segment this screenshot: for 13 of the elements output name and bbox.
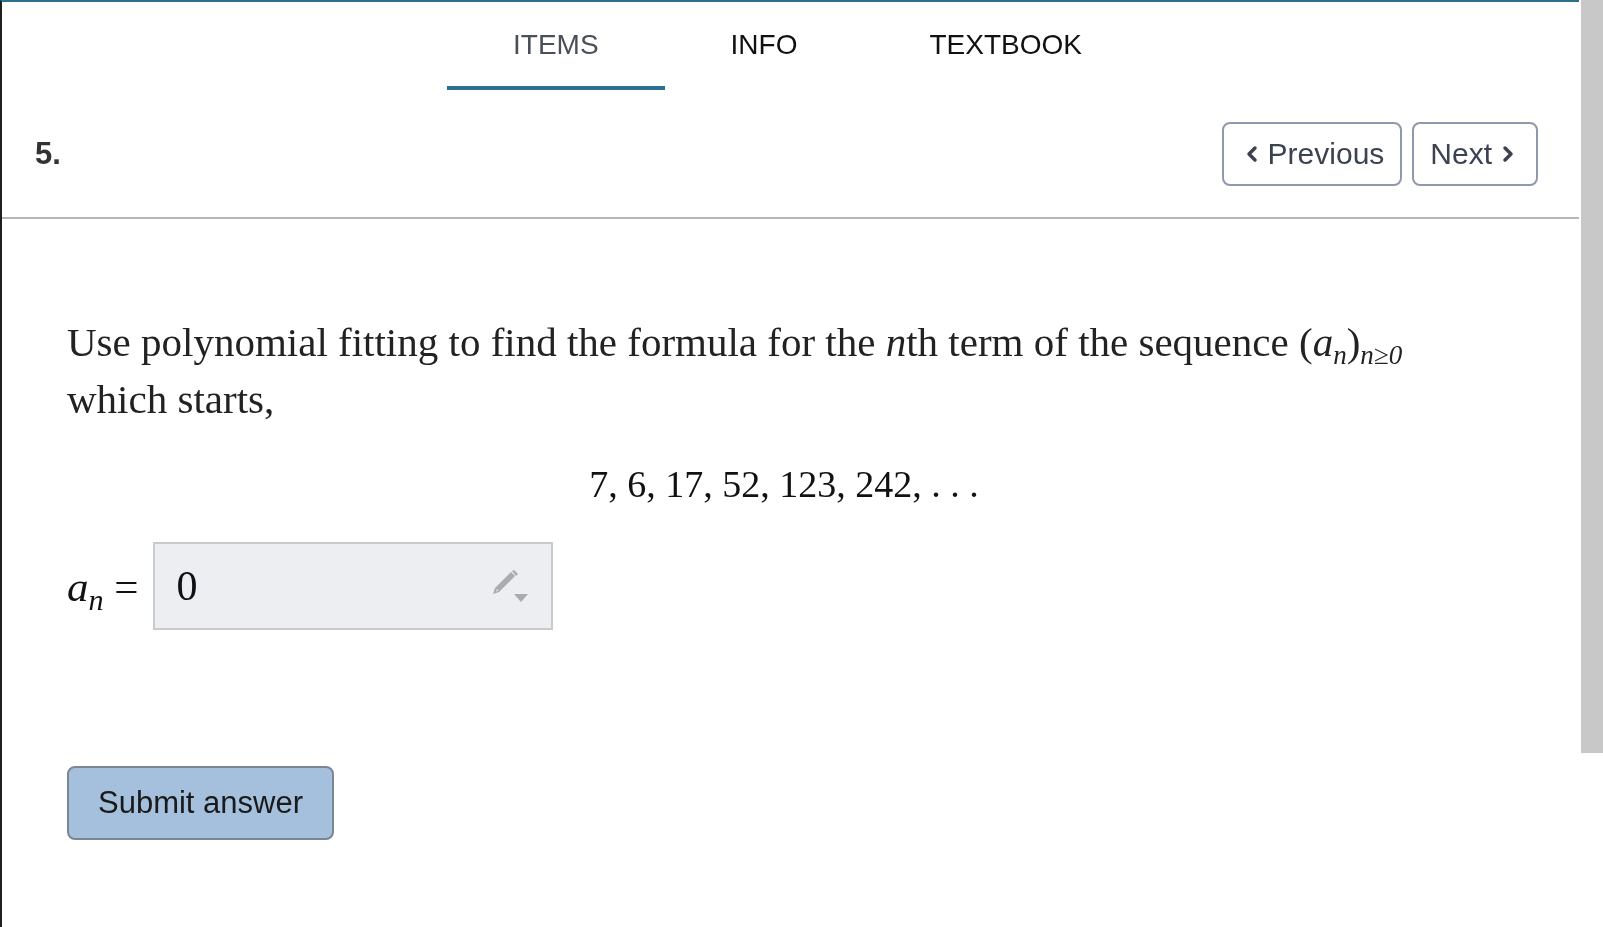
next-button[interactable]: Next [1412, 121, 1538, 186]
answer-label: a$_{n}$ = [67, 561, 139, 611]
tab[interactable]: ITEMS [447, 2, 665, 90]
previous-button[interactable]: Previous [1221, 121, 1403, 186]
sequence-formula: 7, 6, 17, 52, 123, 242, . . . [589, 463, 979, 505]
tab[interactable]: INFO [664, 2, 864, 90]
question-number: 5. [35, 135, 61, 172]
pencil-icon[interactable] [490, 570, 529, 603]
answer-field[interactable]: 0 [152, 542, 553, 630]
question-text: Use polynomial fitting to find the formula for the nth term of the sequence (a$_{n}$)$_{n≥0}$ which starts, [67, 318, 1404, 424]
scrollbar[interactable] [1581, 0, 1603, 753]
submit-button[interactable]: Submit answer [67, 766, 334, 840]
tab[interactable]: TEXTBOOK [863, 2, 1148, 90]
